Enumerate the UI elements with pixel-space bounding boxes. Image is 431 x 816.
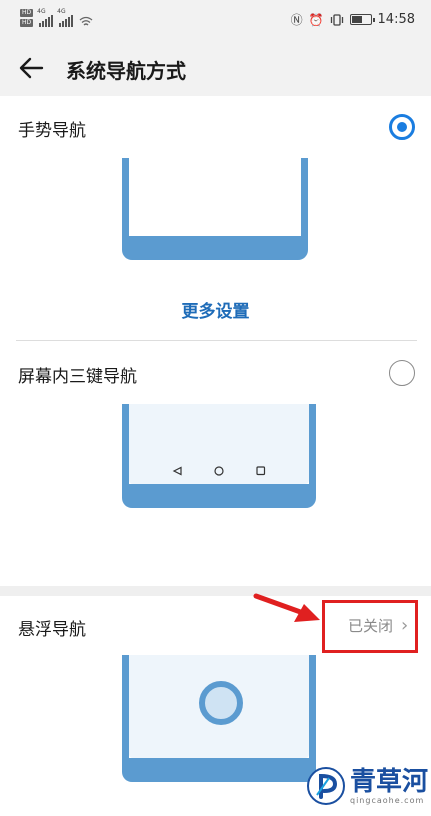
chevron-right-icon: ›: [401, 615, 409, 636]
nfc-icon: Ⓝ: [290, 13, 303, 27]
watermark-brand: 青草河: [350, 766, 429, 797]
floating-button-icon: [199, 681, 243, 725]
battery-icon: [349, 14, 375, 25]
status-bar-left: HD HD 4G 4G: [20, 8, 93, 27]
floating-nav-label[interactable]: 悬浮导航: [18, 615, 86, 640]
gesture-nav-radio[interactable]: [389, 114, 415, 140]
app-bar: 系统导航方式: [0, 40, 431, 96]
brand-logo-icon: [307, 767, 345, 805]
phone-screen: [129, 655, 309, 758]
status-bar: HD HD 4G 4G Ⓝ ⏰ 14:58: [0, 0, 431, 40]
sim1-signal-icon: 4G: [37, 8, 54, 27]
vibrate-icon: [330, 13, 343, 26]
hd-indicators: HD HD: [20, 9, 34, 27]
three-key-nav-radio[interactable]: [389, 360, 415, 386]
phone-screen: [129, 404, 309, 484]
recents-key-icon: [256, 466, 266, 476]
section-gap: [0, 586, 431, 596]
red-arrow-annotation: [253, 593, 320, 622]
arrow-left-icon[interactable]: [16, 52, 48, 84]
sim2-tech-label: 4G: [57, 8, 66, 15]
page-title: 系统导航方式: [66, 59, 186, 83]
watermark: 青草河 qingcaohe.com: [306, 766, 428, 806]
floating-nav-preview: [122, 655, 316, 782]
home-key-icon: [214, 466, 224, 476]
hd-badge: HD: [20, 9, 34, 17]
gesture-nav-preview: [122, 158, 308, 260]
more-settings-link[interactable]: 更多设置: [0, 297, 431, 322]
phone-screen: [129, 158, 301, 236]
status-time: 14:58: [377, 12, 415, 27]
back-key-icon: [172, 466, 182, 476]
three-key-nav-label[interactable]: 屏幕内三键导航: [18, 362, 137, 387]
status-bar-right: Ⓝ ⏰ 14:58: [291, 11, 415, 28]
three-key-nav-preview: [122, 404, 316, 508]
alarm-icon: ⏰: [308, 12, 324, 27]
nav-keys: [172, 466, 266, 476]
wifi-icon: [79, 16, 93, 26]
sim2-signal-icon: 4G: [57, 8, 74, 27]
sim1-tech-label: 4G: [37, 8, 46, 15]
floating-nav-status-text: 已关闭: [348, 617, 394, 635]
divider: [16, 340, 417, 341]
gesture-nav-label[interactable]: 手势导航: [18, 116, 86, 141]
watermark-text: 青草河 qingcaohe.com: [350, 768, 428, 805]
hd-badge: HD: [20, 19, 34, 27]
watermark-domain: qingcaohe.com: [350, 795, 425, 805]
floating-nav-status[interactable]: 已关闭 ›: [348, 615, 408, 636]
